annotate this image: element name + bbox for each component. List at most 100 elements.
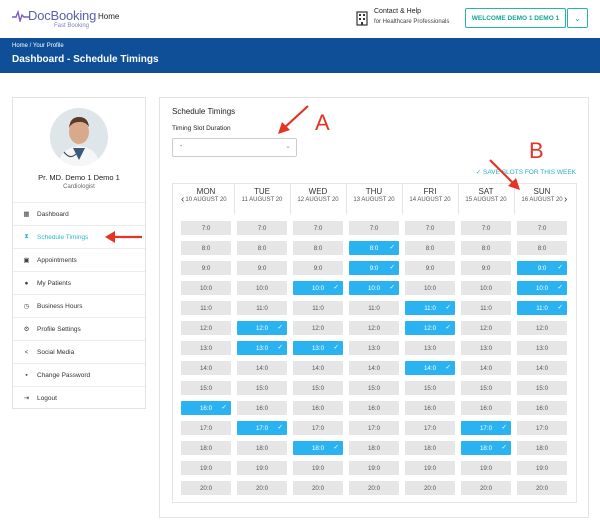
time-slot[interactable]: 11:0	[461, 301, 511, 315]
sidebar-item-business-hours[interactable]: ◷ Business Hours	[13, 294, 145, 317]
time-slot[interactable]: 12:0	[349, 321, 399, 335]
time-slot[interactable]: 18:0	[181, 441, 231, 455]
sidebar-item-logout[interactable]: ⇥ Logout	[13, 386, 145, 409]
time-slot[interactable]: 15:0	[405, 381, 455, 395]
time-slot[interactable]: 16:0 ✓	[181, 401, 231, 415]
time-slot[interactable]: 19:0	[405, 461, 455, 475]
time-slot[interactable]: 16:0	[293, 401, 343, 415]
time-slot[interactable]: 19:0	[461, 461, 511, 475]
time-slot[interactable]: 19:0	[181, 461, 231, 475]
time-slot[interactable]: 19:0	[237, 461, 287, 475]
time-slot[interactable]: 17:0	[517, 421, 567, 435]
time-slot[interactable]: 11:0	[181, 301, 231, 315]
time-slot[interactable]: 7:0	[461, 221, 511, 235]
time-slot[interactable]: 20:0	[293, 481, 343, 495]
welcome-user-button[interactable]: WELCOME DEMO 1 DEMO 1	[465, 8, 566, 28]
time-slot[interactable]: 12:0	[517, 321, 567, 335]
time-slot[interactable]: 18:0	[517, 441, 567, 455]
duration-select[interactable]: - ⌄	[172, 138, 297, 157]
time-slot[interactable]: 14:0	[181, 361, 231, 375]
time-slot[interactable]: 18:0 ✓	[293, 441, 343, 455]
time-slot[interactable]: 19:0	[349, 461, 399, 475]
time-slot[interactable]: 9:0	[181, 261, 231, 275]
sidebar-item-social-media[interactable]: < Social Media	[13, 340, 145, 363]
time-slot[interactable]: 12:0 ✓	[405, 321, 455, 335]
time-slot[interactable]: 10:0 ✓	[349, 281, 399, 295]
time-slot[interactable]: 16:0	[517, 401, 567, 415]
time-slot[interactable]: 13:0 ✓	[237, 341, 287, 355]
time-slot[interactable]: 13:0	[461, 341, 511, 355]
time-slot[interactable]: 17:0	[405, 421, 455, 435]
time-slot[interactable]: 9:0	[405, 261, 455, 275]
time-slot[interactable]: 8:0	[461, 241, 511, 255]
time-slot[interactable]: 7:0	[405, 221, 455, 235]
sidebar-item-appointments[interactable]: ▣ Appointments	[13, 248, 145, 271]
time-slot[interactable]: 9:0 ✓	[349, 261, 399, 275]
time-slot[interactable]: 9:0	[237, 261, 287, 275]
time-slot[interactable]: 9:0	[293, 261, 343, 275]
sidebar-item-my-patients[interactable]: ● My Patients	[13, 271, 145, 294]
time-slot[interactable]: 13:0	[405, 341, 455, 355]
time-slot[interactable]: 20:0	[461, 481, 511, 495]
time-slot[interactable]: 11:0 ✓	[405, 301, 455, 315]
time-slot[interactable]: 17:0 ✓	[461, 421, 511, 435]
time-slot[interactable]: 20:0	[517, 481, 567, 495]
time-slot[interactable]: 7:0	[237, 221, 287, 235]
time-slot[interactable]: 20:0	[349, 481, 399, 495]
sidebar-item-profile-settings[interactable]: ⚙ Profile Settings	[13, 317, 145, 340]
time-slot[interactable]: 10:0 ✓	[517, 281, 567, 295]
time-slot[interactable]: 18:0 ✓	[461, 441, 511, 455]
time-slot[interactable]: 14:0	[349, 361, 399, 375]
time-slot[interactable]: 8:0 ✓	[349, 241, 399, 255]
time-slot[interactable]: 15:0	[517, 381, 567, 395]
time-slot[interactable]: 18:0	[405, 441, 455, 455]
time-slot[interactable]: 11:0	[293, 301, 343, 315]
sidebar-item-change-password[interactable]: ▪ Change Password	[13, 363, 145, 386]
time-slot[interactable]: 7:0	[517, 221, 567, 235]
time-slot[interactable]: 12:0	[293, 321, 343, 335]
time-slot[interactable]: 10:0	[237, 281, 287, 295]
time-slot[interactable]: 16:0	[405, 401, 455, 415]
time-slot[interactable]: 19:0	[517, 461, 567, 475]
time-slot[interactable]: 10:0	[181, 281, 231, 295]
time-slot[interactable]: 14:0 ✓	[405, 361, 455, 375]
time-slot[interactable]: 7:0	[349, 221, 399, 235]
time-slot[interactable]: 15:0	[349, 381, 399, 395]
time-slot[interactable]: 12:0	[181, 321, 231, 335]
time-slot[interactable]: 8:0	[181, 241, 231, 255]
user-menu-dropdown[interactable]: ⌄	[567, 8, 588, 28]
time-slot[interactable]: 9:0 ✓	[517, 261, 567, 275]
time-slot[interactable]: 16:0	[461, 401, 511, 415]
time-slot[interactable]: 16:0	[237, 401, 287, 415]
time-slot[interactable]: 19:0	[293, 461, 343, 475]
time-slot[interactable]: 20:0	[181, 481, 231, 495]
time-slot[interactable]: 8:0	[293, 241, 343, 255]
time-slot[interactable]: 14:0	[461, 361, 511, 375]
time-slot[interactable]: 16:0	[349, 401, 399, 415]
time-slot[interactable]: 17:0	[293, 421, 343, 435]
time-slot[interactable]: 13:0	[517, 341, 567, 355]
time-slot[interactable]: 20:0	[237, 481, 287, 495]
time-slot[interactable]: 15:0	[293, 381, 343, 395]
time-slot[interactable]: 8:0	[405, 241, 455, 255]
nav-home-link[interactable]: Home	[98, 12, 119, 21]
time-slot[interactable]: 15:0	[461, 381, 511, 395]
time-slot[interactable]: 14:0	[517, 361, 567, 375]
time-slot[interactable]: 17:0 ✓	[237, 421, 287, 435]
time-slot[interactable]: 8:0	[237, 241, 287, 255]
time-slot[interactable]: 18:0	[349, 441, 399, 455]
time-slot[interactable]: 10:0	[461, 281, 511, 295]
time-slot[interactable]: 10:0 ✓	[293, 281, 343, 295]
time-slot[interactable]: 14:0	[237, 361, 287, 375]
time-slot[interactable]: 12:0	[461, 321, 511, 335]
time-slot[interactable]: 11:0 ✓	[517, 301, 567, 315]
time-slot[interactable]: 13:0 ✓	[293, 341, 343, 355]
time-slot[interactable]: 7:0	[293, 221, 343, 235]
time-slot[interactable]: 18:0	[237, 441, 287, 455]
time-slot[interactable]: 11:0	[349, 301, 399, 315]
logo[interactable]: DocBooking Fast Booking	[12, 8, 96, 32]
time-slot[interactable]: 15:0	[181, 381, 231, 395]
time-slot[interactable]: 9:0	[461, 261, 511, 275]
sidebar-item-dashboard[interactable]: ▦ Dashboard	[13, 202, 145, 225]
time-slot[interactable]: 11:0	[237, 301, 287, 315]
